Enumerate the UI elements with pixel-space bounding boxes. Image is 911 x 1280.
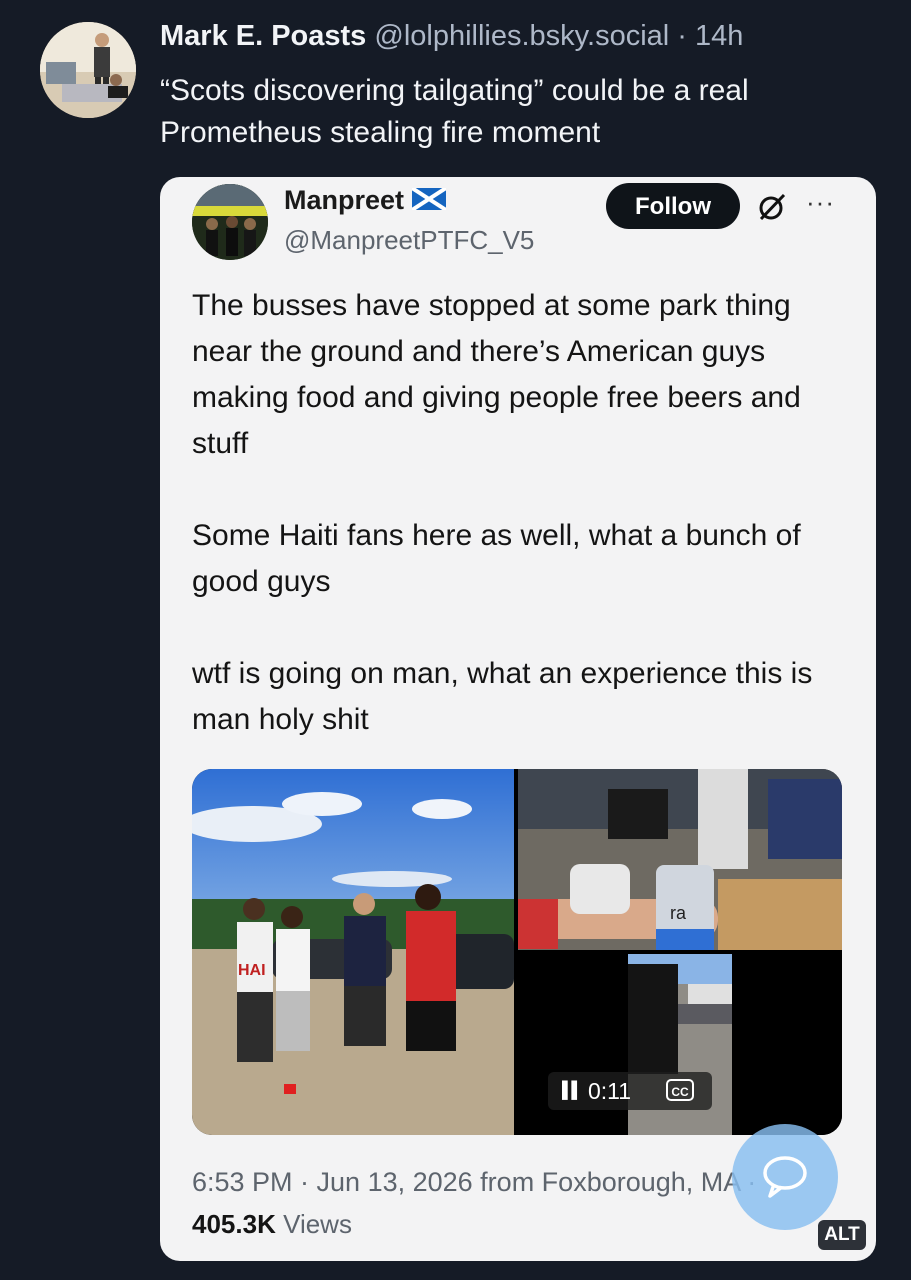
media-grid: HAI ra ▌▌ 0:11 CC bbox=[192, 769, 842, 1135]
author-handle[interactable]: @lolphillies.bsky.social bbox=[374, 20, 669, 52]
quoted-post-card[interactable]: Manpreet @ManpreetPTFC_V5 Follow ··· The… bbox=[160, 177, 876, 1261]
cc-icon[interactable]: CC bbox=[666, 1079, 694, 1101]
photo-group-fans[interactable]: HAI bbox=[192, 769, 514, 1135]
post-text: “Scots discovering tailgating” could be … bbox=[160, 74, 749, 149]
quoted-post-text: The busses have stopped at some park thi… bbox=[192, 283, 852, 789]
jersey-text: HAI bbox=[238, 962, 266, 979]
author-avatar[interactable] bbox=[40, 22, 136, 118]
views-label: Views bbox=[283, 1209, 352, 1239]
views-count: 405.3K bbox=[192, 1209, 276, 1239]
can-text: ra bbox=[670, 903, 687, 923]
quoted-author-avatar[interactable] bbox=[192, 184, 268, 260]
alt-badge[interactable]: ALT bbox=[818, 1220, 866, 1250]
photo-tailgate-beer[interactable]: ra bbox=[518, 769, 842, 950]
author-name[interactable]: Mark E. Poasts bbox=[160, 20, 366, 52]
quoted-author-name[interactable]: Manpreet bbox=[284, 185, 404, 215]
more-icon[interactable]: ··· bbox=[806, 187, 835, 218]
post-header: Mark E. Poasts @lolphillies.bsky.social … bbox=[160, 20, 743, 53]
quoted-author-handle[interactable]: @ManpreetPTFC_V5 bbox=[284, 225, 534, 256]
video-player[interactable]: ▌▌ 0:11 CC bbox=[518, 954, 842, 1135]
chat-bubble-icon bbox=[763, 1156, 807, 1198]
quoted-paragraph: The busses have stopped at some park thi… bbox=[192, 289, 801, 460]
scotland-flag-icon bbox=[410, 186, 448, 217]
grok-icon[interactable] bbox=[756, 191, 788, 223]
chat-bubble-button[interactable] bbox=[732, 1124, 838, 1230]
pause-icon[interactable]: ▌▌ bbox=[562, 1072, 583, 1110]
quoted-paragraph: wtf is going on man, what an experience … bbox=[192, 657, 813, 736]
follow-button[interactable]: Follow bbox=[606, 183, 740, 229]
quoted-paragraph: Some Haiti fans here as well, what a bun… bbox=[192, 519, 801, 598]
quoted-author-name-row: Manpreet bbox=[284, 185, 448, 217]
views-row: 405.3K Views bbox=[192, 1209, 352, 1240]
post-timestamp[interactable]: 6:53 PM · Jun 13, 2026 from Foxborough, … bbox=[192, 1167, 756, 1198]
video-controls: ▌▌ 0:11 CC bbox=[548, 1072, 712, 1110]
separator: · bbox=[677, 20, 687, 52]
post-time[interactable]: 14h bbox=[695, 20, 743, 52]
video-time: 0:11 bbox=[588, 1078, 632, 1104]
